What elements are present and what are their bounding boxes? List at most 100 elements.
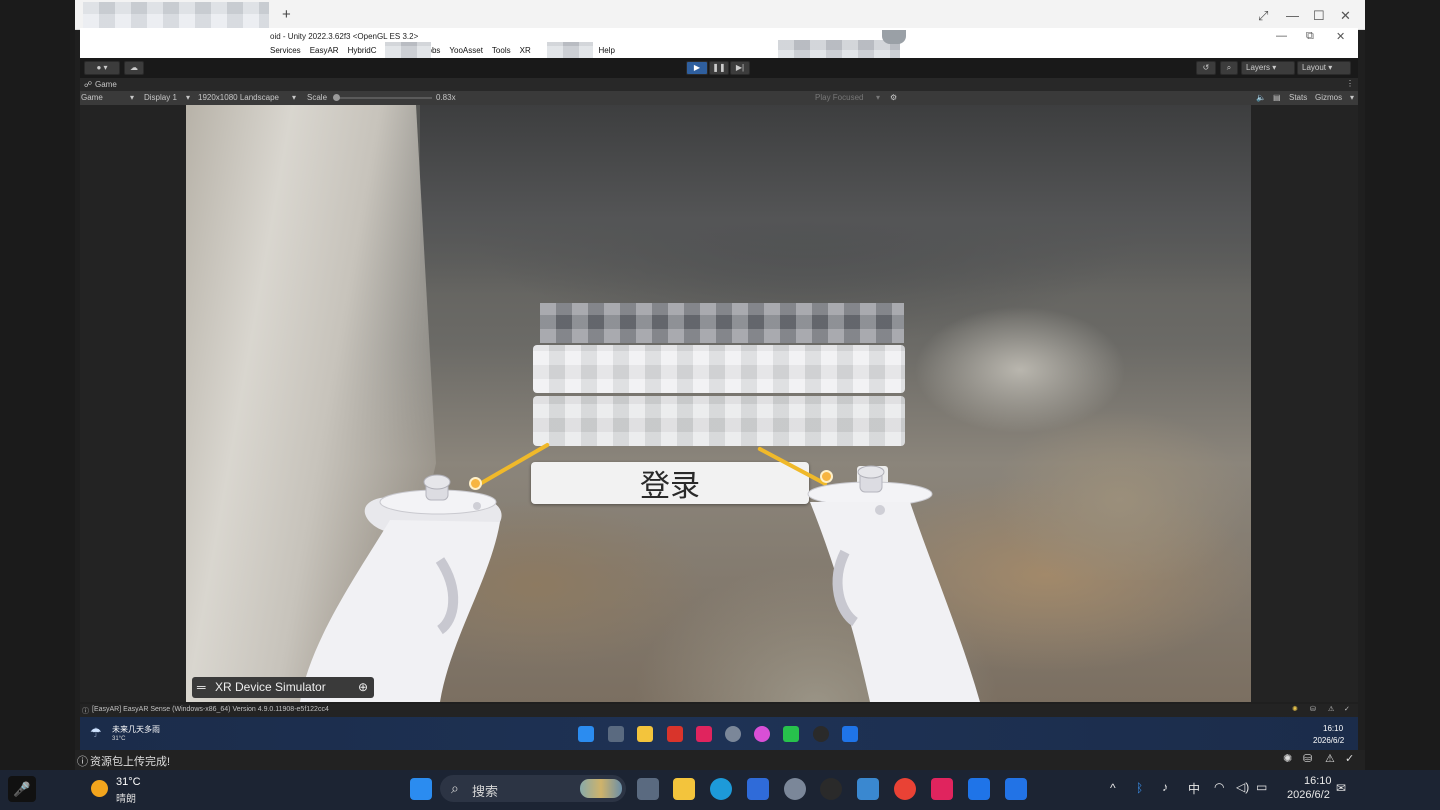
clock-date[interactable]: 2026/6/2 <box>1287 789 1330 801</box>
unity-close-icon[interactable]: ✕ <box>1336 30 1345 43</box>
xr-simulator-label: XR Device Simulator <box>215 680 326 694</box>
search-placeholder: 搜索 <box>472 784 499 799</box>
unity-icon[interactable] <box>813 726 829 742</box>
notification-icon[interactable]: ✉ <box>1336 781 1346 795</box>
display-dropdown[interactable]: Display 1 <box>144 93 177 102</box>
chevron-up-icon[interactable]: ^ <box>1110 781 1116 795</box>
edge-icon[interactable] <box>710 778 732 800</box>
check-icon[interactable]: ✓ <box>1344 705 1350 713</box>
app-icon[interactable] <box>747 778 769 800</box>
clock-time[interactable]: 16:10 <box>1304 775 1332 787</box>
chrome-icon[interactable] <box>894 778 916 800</box>
xr-device-simulator-button[interactable]: ═ XR Device Simulator ⊕ <box>192 677 374 698</box>
game-tab-icon: ☍ <box>84 80 93 89</box>
stats-icon[interactable]: ▤ <box>1273 93 1281 102</box>
app-icon[interactable] <box>754 726 770 742</box>
audio-icon[interactable]: 🔈 <box>1256 93 1266 102</box>
file-explorer-icon[interactable] <box>673 778 695 800</box>
wechat-icon[interactable] <box>783 726 799 742</box>
windows-start-icon[interactable] <box>410 778 432 800</box>
stack-icon[interactable]: ⛁ <box>1303 752 1312 765</box>
weather-temp[interactable]: 31°C <box>116 776 141 788</box>
volume-icon[interactable]: ◁) <box>1236 780 1249 794</box>
wifi-icon[interactable]: ◠ <box>1214 780 1224 794</box>
layers-dropdown[interactable]: Layers ▾ <box>1241 61 1295 75</box>
menu-xr[interactable]: XR <box>520 46 531 55</box>
menu-help[interactable]: Help <box>599 46 615 55</box>
unity-hub-icon[interactable] <box>725 726 741 742</box>
menu-services[interactable]: Services <box>270 46 301 55</box>
unity-restore-icon[interactable]: ⧉ <box>1306 30 1314 43</box>
maximize-icon[interactable]: ☐ <box>1313 8 1325 24</box>
meeting-icon[interactable] <box>1005 778 1027 800</box>
weather-desc[interactable]: 晴朗 <box>116 790 136 805</box>
unity-minimize-icon[interactable]: — <box>1276 30 1287 42</box>
task-view-icon[interactable] <box>637 778 659 800</box>
task-view-icon[interactable] <box>608 726 624 742</box>
sun-icon <box>91 780 108 797</box>
check-icon[interactable]: ✓ <box>1345 752 1354 765</box>
resolution-dropdown[interactable]: 1920x1080 Landscape <box>198 93 279 102</box>
battery-icon[interactable]: ▭ <box>1256 780 1267 794</box>
blurred-input-field[interactable] <box>533 345 905 393</box>
new-tab-button[interactable]: + <box>282 6 291 23</box>
drag-handle-icon[interactable]: ═ <box>197 680 206 694</box>
app-icon[interactable] <box>931 778 953 800</box>
menu-yooasset[interactable]: YooAsset <box>449 46 483 55</box>
bluetooth-icon[interactable]: ᛒ <box>1136 781 1143 795</box>
scale-slider[interactable] <box>336 97 432 99</box>
game-tab[interactable]: Game <box>95 80 117 89</box>
search-icon[interactable]: ⌕ <box>1220 61 1238 75</box>
layout-dropdown[interactable]: Layout ▾ <box>1297 61 1351 75</box>
file-explorer-icon[interactable] <box>637 726 653 742</box>
wps-icon[interactable] <box>667 726 683 742</box>
gizmos-toggle[interactable]: Gizmos <box>1315 93 1342 102</box>
close-icon[interactable]: ✕ <box>1340 8 1351 24</box>
scale-value: 0.83x <box>436 93 456 102</box>
dropdown-arrow-icon: ▾ <box>876 93 881 102</box>
minimize-icon[interactable]: — <box>1286 8 1299 23</box>
menu-tools[interactable]: Tools <box>492 46 511 55</box>
light-icon[interactable]: ✺ <box>1292 705 1298 713</box>
app-icon[interactable] <box>696 726 712 742</box>
stats-toggle[interactable]: Stats <box>1289 93 1307 102</box>
settings-icon[interactable]: ⚙ <box>890 93 897 102</box>
windows-start-icon[interactable] <box>578 726 594 742</box>
expand-icon[interactable]: ⤢ <box>1258 8 1268 24</box>
view-mode-dropdown[interactable]: Game <box>81 93 103 102</box>
scene-ceiling <box>420 105 1251 295</box>
menu-hybridc[interactable]: HybridC <box>348 46 377 55</box>
light-icon[interactable]: ✺ <box>1283 752 1292 765</box>
cloud-icon[interactable]: ☁ <box>124 61 144 75</box>
microphone-icon[interactable]: ♪ <box>1162 780 1168 794</box>
more-icon[interactable]: ⋮ <box>1346 79 1354 88</box>
history-icon[interactable]: ↺ <box>1196 61 1216 75</box>
step-button[interactable]: ▶| <box>730 61 750 75</box>
play-button[interactable]: ▶ <box>686 61 708 75</box>
dropdown-arrow-icon: ▾ <box>186 93 191 102</box>
app-icon[interactable] <box>842 726 858 742</box>
pause-button[interactable]: ❚❚ <box>709 61 729 75</box>
taskbar-search[interactable]: ⌕ 搜索 <box>440 775 626 802</box>
account-dropdown[interactable]: ● ▾ <box>84 61 120 75</box>
console-status-bar[interactable]: ⓘ [EasyAR] EasyAR Sense (Windows-x86_64)… <box>80 704 1358 717</box>
notepad-icon[interactable] <box>857 778 879 800</box>
outer-status-bar: ⓘ 资源包上传完成! ✺ ⛁ ⚠ ✓ <box>75 750 1365 770</box>
search-icon: ⌕ <box>451 780 459 796</box>
scale-slider-handle[interactable] <box>333 94 340 101</box>
add-icon[interactable]: ⊕ <box>358 680 368 694</box>
app-icon[interactable] <box>968 778 990 800</box>
mic-muted-icon[interactable]: 🎤 <box>8 776 36 802</box>
ime-indicator[interactable]: 中 <box>1188 780 1200 797</box>
blurred-input-field[interactable] <box>533 396 905 446</box>
unity-hub-icon[interactable] <box>784 778 806 800</box>
debug-icon[interactable]: ⚠ <box>1328 705 1334 713</box>
console-message[interactable]: [EasyAR] EasyAR Sense (Windows-x86_64) V… <box>92 706 329 713</box>
menu-easyar[interactable]: EasyAR <box>310 46 339 55</box>
stack-icon[interactable]: ⛁ <box>1310 705 1316 713</box>
scale-label: Scale <box>307 93 328 102</box>
play-mode-dropdown[interactable]: Play Focused <box>815 93 863 102</box>
debug-icon[interactable]: ⚠ <box>1325 752 1335 765</box>
unity-icon[interactable] <box>820 778 842 800</box>
login-button[interactable]: 登录 <box>531 462 809 504</box>
